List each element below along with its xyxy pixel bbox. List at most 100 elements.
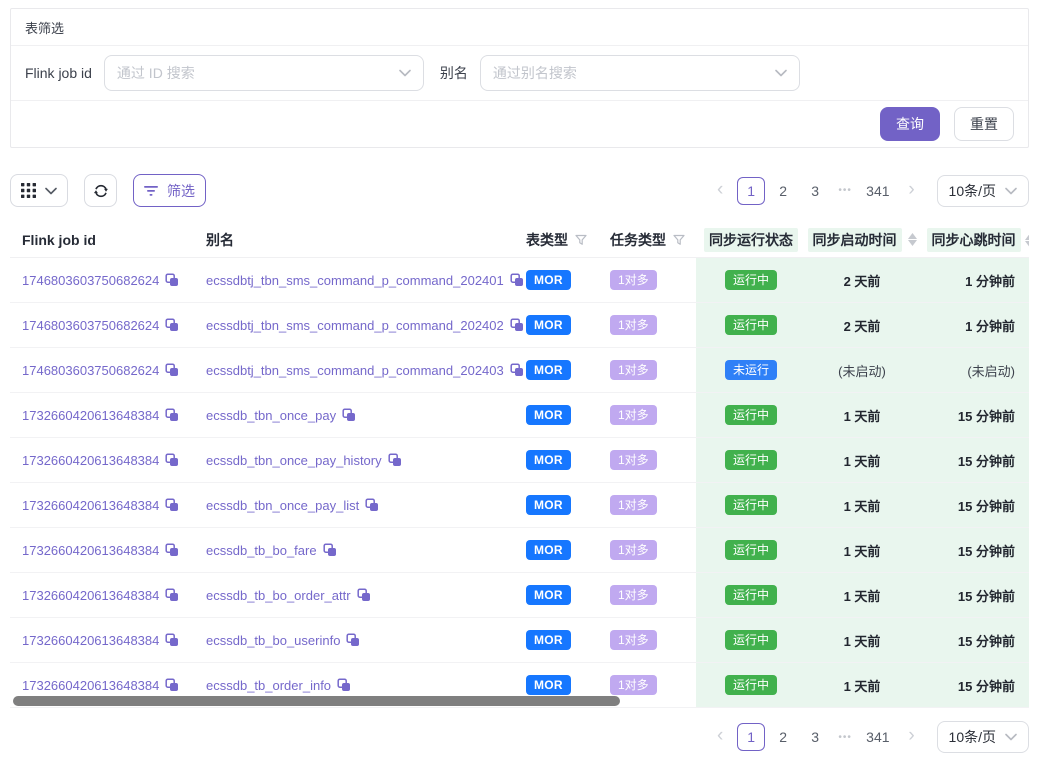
copy-icon[interactable] [165,498,179,512]
prev-page-button[interactable]: ‹ [707,177,733,205]
flink-job-id-link[interactable]: 1732660420613648384 [22,453,159,468]
copy-icon[interactable] [323,543,337,557]
next-page-button[interactable]: › [899,177,925,205]
cell-alias: ecssdb_tb_bo_userinfo [206,618,526,662]
copy-icon[interactable] [346,633,360,647]
flink-job-id-link[interactable]: 1732660420613648384 [22,678,159,693]
cell-sync-heartbeat-time: (未启动) [918,348,1029,392]
copy-icon[interactable] [165,588,179,602]
alias-link[interactable]: ecssdbtj_tbn_sms_command_p_command_20240… [206,318,504,333]
table-row[interactable]: 1746803603750682624 ecssdbtj_tbn_sms_com… [10,303,1029,348]
query-button[interactable]: 查询 [880,107,940,141]
copy-icon[interactable] [365,498,379,512]
page-size-select[interactable]: 10条/页 [937,175,1029,207]
table-type-badge: MOR [526,675,571,695]
flink-job-id-link[interactable]: 1732660420613648384 [22,408,159,423]
alias-link[interactable]: ecssdb_tb_bo_userinfo [206,633,340,648]
next-page-button[interactable]: › [899,723,925,751]
column-filter-icon[interactable] [673,234,685,246]
sort-icon-cropped[interactable] [1025,234,1029,247]
alias-link[interactable]: ecssdbtj_tbn_sms_command_p_command_20240… [206,363,504,378]
filter-button[interactable]: 筛选 [133,174,206,207]
copy-icon[interactable] [388,453,402,467]
copy-icon[interactable] [337,678,351,692]
page-size-label: 10条/页 [949,727,996,747]
flink-job-id-link[interactable]: 1732660420613648384 [22,633,159,648]
table-row[interactable]: 1732660420613648384 ecssdb_tb_bo_fare MO… [10,528,1029,573]
alias-select[interactable]: 通过别名搜索 [480,55,800,91]
page-341-button[interactable]: 341 [861,177,894,205]
column-settings-button[interactable] [10,174,68,207]
copy-icon[interactable] [165,633,179,647]
copy-icon[interactable] [165,273,179,287]
flink-job-id-link[interactable]: 1746803603750682624 [22,318,159,333]
refresh-button[interactable] [84,174,117,207]
col-header-sync-start-time[interactable]: 同步启动时间 [806,228,918,252]
table-row[interactable]: 1746803603750682624 ecssdbtj_tbn_sms_com… [10,258,1029,303]
cell-sync-heartbeat-time: 1 分钟前 [918,258,1029,302]
flink-job-id-link[interactable]: 1746803603750682624 [22,363,159,378]
cell-sync-heartbeat-time: 1 分钟前 [918,303,1029,347]
copy-icon[interactable] [510,318,524,332]
alias-link[interactable]: ecssdb_tb_bo_fare [206,543,317,558]
flink-job-id-link[interactable]: 1732660420613648384 [22,498,159,513]
table-row[interactable]: 1746803603750682624 ecssdbtj_tbn_sms_com… [10,348,1029,393]
horizontal-scrollbar-thumb[interactable] [13,696,620,706]
sync-status-badge: 运行中 [725,405,777,425]
col-header-flink-job-id[interactable]: Flink job id [10,232,206,248]
alias-link[interactable]: ecssdb_tbn_once_pay_history [206,453,382,468]
copy-icon[interactable] [165,363,179,377]
page-size-select[interactable]: 10条/页 [937,721,1029,753]
cell-alias: ecssdbtj_tbn_sms_command_p_command_20240… [206,303,526,347]
column-filter-icon[interactable] [575,234,587,246]
table-row[interactable]: 1732660420613648384 ecssdb_tbn_once_pay_… [10,438,1029,483]
alias-link[interactable]: ecssdb_tbn_once_pay_list [206,498,359,513]
cell-task-type: 1对多 [610,393,696,437]
page-ellipsis: ••• [833,185,857,196]
sort-icon[interactable] [908,233,917,246]
sync-status-badge: 运行中 [725,315,777,335]
copy-icon[interactable] [165,453,179,467]
page-3-button[interactable]: 3 [801,177,829,205]
cell-sync-heartbeat-time: 15 分钟前 [918,528,1029,572]
copy-icon[interactable] [510,273,524,287]
flink-job-id-link[interactable]: 1732660420613648384 [22,543,159,558]
col-header-sync-status[interactable]: 同步运行状态 [696,228,806,252]
col-header-task-type[interactable]: 任务类型 [610,230,696,250]
flink-job-id-link[interactable]: 1746803603750682624 [22,273,159,288]
table-row[interactable]: 1732660420613648384 ecssdb_tbn_once_pay … [10,393,1029,438]
copy-icon[interactable] [165,543,179,557]
page-341-button[interactable]: 341 [861,723,894,751]
cell-sync-status: 运行中 [696,663,806,707]
task-type-badge: 1对多 [610,585,657,605]
copy-icon[interactable] [510,363,524,377]
page-3-button[interactable]: 3 [801,723,829,751]
page-2-button[interactable]: 2 [769,177,797,205]
table-filter-card: 表筛选 Flink job id 通过 ID 搜索 别名 通过别名搜索 查询 重… [10,8,1029,148]
flink-job-id-select[interactable]: 通过 ID 搜索 [104,55,424,91]
alias-link[interactable]: ecssdb_tbn_once_pay [206,408,336,423]
page-1-button[interactable]: 1 [737,723,765,751]
page-2-button[interactable]: 2 [769,723,797,751]
table-row[interactable]: 1732660420613648384 ecssdb_tb_bo_order_a… [10,573,1029,618]
col-header-sync-heartbeat-time[interactable]: 同步心跳时间 [918,228,1029,252]
table-row[interactable]: 1732660420613648384 ecssdb_tb_bo_userinf… [10,618,1029,663]
cell-table-type: MOR [526,258,610,302]
cell-sync-status: 运行中 [696,528,806,572]
col-header-table-type[interactable]: 表类型 [526,230,610,250]
copy-icon[interactable] [165,408,179,422]
reset-button[interactable]: 重置 [954,107,1014,141]
filter-card-title: 表筛选 [11,9,1028,46]
copy-icon[interactable] [357,588,371,602]
alias-link[interactable]: ecssdb_tb_bo_order_attr [206,588,351,603]
alias-link[interactable]: ecssdbtj_tbn_sms_command_p_command_20240… [206,273,504,288]
alias-link[interactable]: ecssdb_tb_order_info [206,678,331,693]
copy-icon[interactable] [342,408,356,422]
copy-icon[interactable] [165,318,179,332]
flink-job-id-link[interactable]: 1732660420613648384 [22,588,159,603]
prev-page-button[interactable]: ‹ [707,723,733,751]
page-1-button[interactable]: 1 [737,177,765,205]
table-row[interactable]: 1732660420613648384 ecssdb_tbn_once_pay_… [10,483,1029,528]
col-header-alias[interactable]: 别名 [206,230,526,250]
copy-icon[interactable] [165,678,179,692]
